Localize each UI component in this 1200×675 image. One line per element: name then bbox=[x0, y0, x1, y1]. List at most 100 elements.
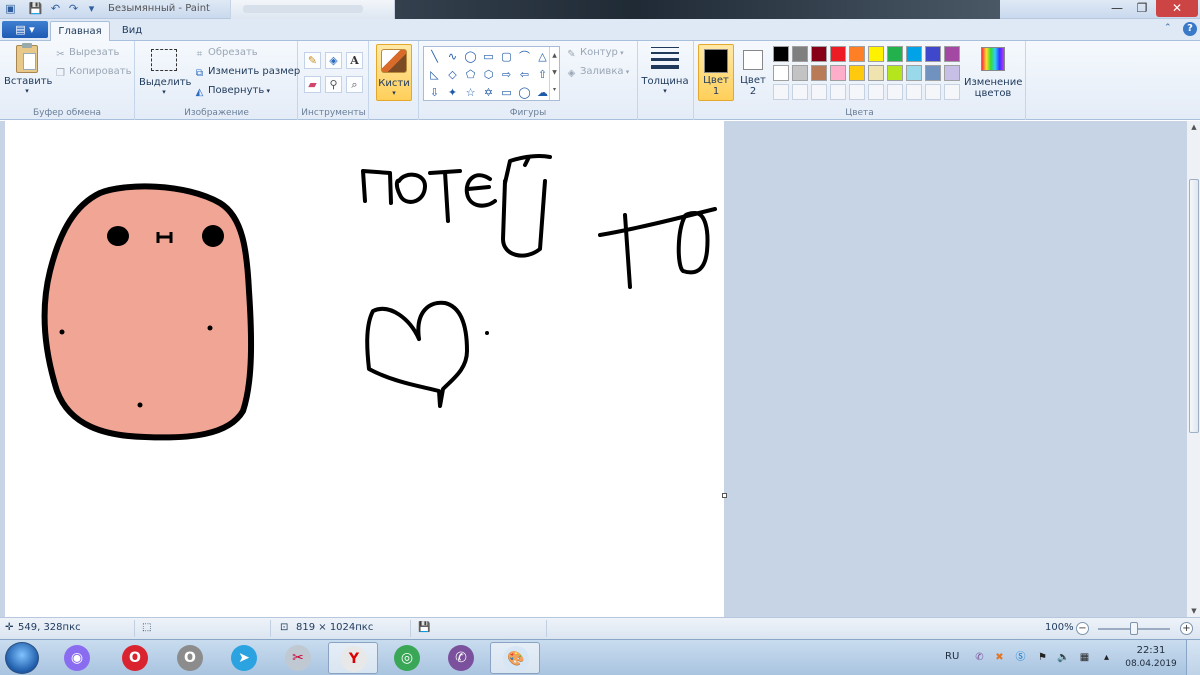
palette-color[interactable] bbox=[868, 65, 884, 81]
shape-item[interactable]: ✡ bbox=[480, 84, 497, 101]
shape-item[interactable]: ☆ bbox=[462, 84, 479, 101]
vertical-scrollbar[interactable]: ▲ ▼ bbox=[1186, 121, 1200, 617]
outline-button[interactable]: ✎ Контур ▾ bbox=[566, 47, 623, 60]
taskbar-viber-button[interactable]: ✆ bbox=[436, 642, 486, 674]
shape-item[interactable]: ▢ bbox=[498, 48, 515, 65]
zoom-out-button[interactable]: − bbox=[1076, 622, 1089, 635]
zoom-slider-thumb[interactable] bbox=[1130, 622, 1138, 635]
work-area[interactable] bbox=[0, 121, 1186, 617]
scroll-up-arrow[interactable]: ▲ bbox=[1187, 121, 1200, 133]
scrollbar-thumb[interactable] bbox=[1189, 179, 1199, 433]
eraser-icon[interactable]: ▰ bbox=[304, 76, 321, 93]
shape-item[interactable]: ✦ bbox=[444, 84, 461, 101]
palette-color[interactable] bbox=[849, 46, 865, 62]
taskbar-alice-button[interactable]: ◉ bbox=[52, 642, 102, 674]
customize-quick-access-icon[interactable]: ▾ bbox=[84, 2, 99, 16]
palette-custom-slot[interactable] bbox=[906, 84, 922, 100]
tab-home[interactable]: Главная bbox=[50, 21, 110, 41]
palette-color[interactable] bbox=[773, 46, 789, 62]
shapes-gallery-scroll[interactable]: ▲ ▼ ▾ bbox=[549, 47, 559, 100]
shape-item[interactable]: ∿ bbox=[444, 48, 461, 65]
show-hidden-icons-icon[interactable]: ▴ bbox=[1100, 651, 1113, 664]
help-icon[interactable]: ? bbox=[1183, 22, 1197, 36]
pencil-icon[interactable]: ✎ bbox=[304, 52, 321, 69]
palette-color[interactable] bbox=[944, 46, 960, 62]
palette-custom-slot[interactable] bbox=[849, 84, 865, 100]
language-indicator[interactable]: RU bbox=[945, 651, 959, 662]
palette-color[interactable] bbox=[811, 46, 827, 62]
zoom-in-button[interactable]: + bbox=[1180, 622, 1193, 635]
paint-app-icon[interactable]: ▣ bbox=[3, 2, 18, 16]
shape-item[interactable]: ⌒ bbox=[516, 48, 533, 65]
cut-button[interactable]: ✂ Вырезать bbox=[55, 47, 119, 60]
palette-custom-slot[interactable] bbox=[925, 84, 941, 100]
palette-color[interactable] bbox=[925, 46, 941, 62]
select-button[interactable]: Выделить ▾ bbox=[139, 45, 191, 96]
skype-tray-icon[interactable]: Ⓢ bbox=[1014, 651, 1027, 664]
shape-item[interactable]: ◯ bbox=[516, 84, 533, 101]
shape-item[interactable]: ⇩ bbox=[426, 84, 443, 101]
color2-button[interactable]: Цвет 2 bbox=[738, 44, 768, 101]
palette-color[interactable] bbox=[906, 65, 922, 81]
shape-item[interactable]: ◯ bbox=[462, 48, 479, 65]
minimize-button[interactable]: — bbox=[1105, 0, 1129, 17]
brushes-button[interactable]: Кисти ▾ bbox=[376, 44, 412, 101]
rotate-button[interactable]: ◭ Повернуть ▾ bbox=[194, 85, 270, 98]
taskbar-snipping-tool-button[interactable]: ✂ bbox=[273, 642, 323, 674]
palette-color[interactable] bbox=[773, 65, 789, 81]
palette-color[interactable] bbox=[944, 65, 960, 81]
palette-color[interactable] bbox=[811, 65, 827, 81]
close-button[interactable]: ✕ bbox=[1156, 0, 1198, 17]
undo-icon[interactable]: ↶ bbox=[48, 2, 63, 16]
color-picker-icon[interactable]: ⚲ bbox=[325, 76, 342, 93]
palette-color[interactable] bbox=[906, 46, 922, 62]
text-tool-icon[interactable]: A bbox=[346, 52, 363, 69]
drawing-canvas[interactable] bbox=[5, 121, 727, 617]
minimize-ribbon-icon[interactable]: ⌃ bbox=[1164, 23, 1172, 33]
palette-color[interactable] bbox=[887, 65, 903, 81]
palette-color[interactable] bbox=[868, 46, 884, 62]
taskbar-paint-button[interactable]: 🎨 bbox=[490, 642, 540, 674]
magnifier-icon[interactable]: ⌕ bbox=[346, 76, 363, 93]
taskbar-opera-button[interactable]: O bbox=[110, 642, 160, 674]
shape-item[interactable]: ▭ bbox=[480, 48, 497, 65]
start-button[interactable] bbox=[5, 642, 39, 674]
size-button[interactable]: Толщина ▾ bbox=[641, 45, 689, 95]
shape-item[interactable]: ⇦ bbox=[516, 66, 533, 83]
resize-button[interactable]: ⧉ Изменить размер bbox=[194, 66, 300, 79]
palette-color[interactable] bbox=[792, 46, 808, 62]
action-center-flag-icon[interactable]: ⚑ bbox=[1036, 651, 1049, 664]
crop-button[interactable]: ⌗ Обрезать bbox=[194, 47, 258, 60]
palette-custom-slot[interactable] bbox=[868, 84, 884, 100]
volume-icon[interactable]: 🔈 bbox=[1057, 651, 1070, 664]
palette-custom-slot[interactable] bbox=[773, 84, 789, 100]
save-icon[interactable]: 💾 bbox=[28, 2, 43, 16]
palette-color[interactable] bbox=[830, 46, 846, 62]
shape-item[interactable]: ◺ bbox=[426, 66, 443, 83]
redo-icon[interactable]: ↷ bbox=[66, 2, 81, 16]
edit-colors-button[interactable]: Изменение цветов bbox=[964, 45, 1022, 99]
network-icon[interactable]: ▦ bbox=[1078, 651, 1091, 664]
tool-tray-icon[interactable]: ✖ bbox=[993, 651, 1006, 664]
tab-view[interactable]: Вид bbox=[113, 21, 151, 41]
fill-bucket-icon[interactable]: ◈ bbox=[325, 52, 342, 69]
palette-color[interactable] bbox=[830, 65, 846, 81]
copy-button[interactable]: ❐ Копировать bbox=[55, 66, 131, 79]
clock-time[interactable]: 22:31 bbox=[1128, 645, 1174, 656]
palette-custom-slot[interactable] bbox=[887, 84, 903, 100]
palette-custom-slot[interactable] bbox=[830, 84, 846, 100]
shape-item[interactable]: ⬡ bbox=[480, 66, 497, 83]
file-menu-button[interactable]: ▤ ▾ bbox=[2, 21, 48, 38]
fill-button[interactable]: ◈ Заливка ▾ bbox=[566, 66, 630, 79]
color1-button[interactable]: Цвет 1 bbox=[698, 44, 734, 101]
shape-item[interactable]: ◇ bbox=[444, 66, 461, 83]
clock-date[interactable]: 08.04.2019 bbox=[1125, 659, 1177, 669]
shape-item[interactable]: ⬠ bbox=[462, 66, 479, 83]
palette-color[interactable] bbox=[925, 65, 941, 81]
palette-color[interactable] bbox=[792, 65, 808, 81]
palette-custom-slot[interactable] bbox=[792, 84, 808, 100]
palette-custom-slot[interactable] bbox=[944, 84, 960, 100]
canvas-resize-handle[interactable] bbox=[722, 493, 727, 498]
maximize-button[interactable]: ❐ bbox=[1130, 0, 1154, 17]
shape-item[interactable]: ╲ bbox=[426, 48, 443, 65]
